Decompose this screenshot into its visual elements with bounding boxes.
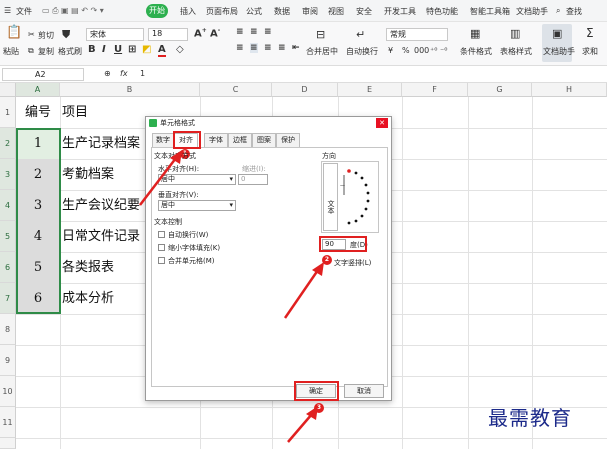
- annotation-arrows: [139, 150, 324, 443]
- watermark: 最需教育: [488, 406, 572, 430]
